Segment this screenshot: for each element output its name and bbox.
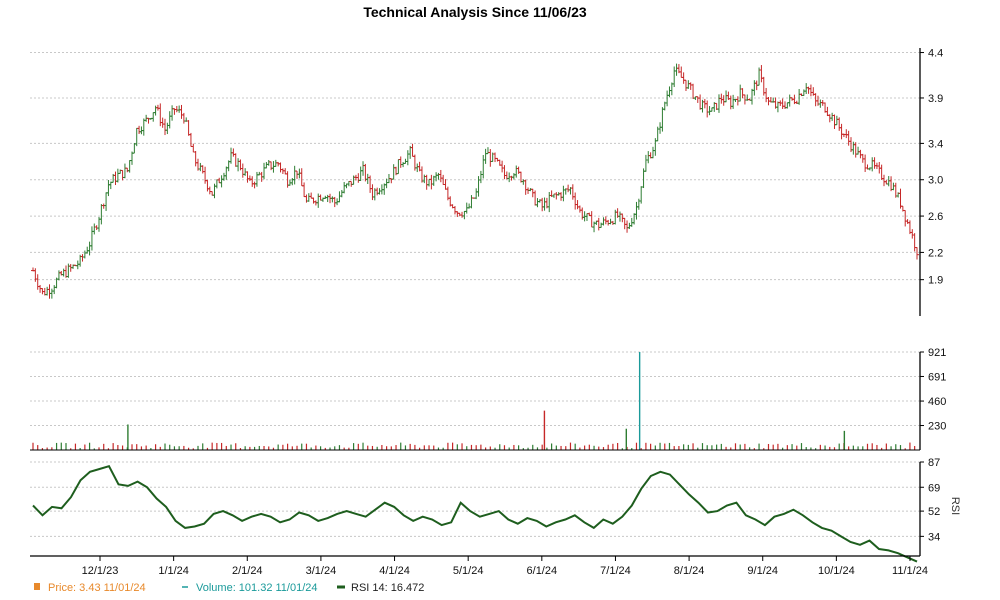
volume-tick-label: 921 (928, 347, 946, 359)
x-axis-ticks: 12/1/23 1/1/24 2/1/24 3/1/24 4/1/24 5/1/24 6/1… (82, 556, 928, 577)
x-tick-label: 11/1/24 (892, 565, 928, 577)
rsi-line (32, 465, 918, 563)
x-tick-label: 10/1/24 (818, 565, 855, 577)
technical-analysis-chart: Technical Analysis Since 11/06/23 1.9 2.2… (30, 4, 961, 594)
rsi-tick-label: 87 (928, 457, 940, 469)
legend-label: Price: 3.43 11/01/24 (48, 582, 146, 594)
x-tick-label: 2/1/24 (232, 565, 263, 577)
legend-price-swatch (34, 583, 40, 590)
rsi-axis-label: RSI (949, 497, 961, 515)
volume-tick-label: 230 (928, 421, 946, 433)
rsi-tick-label: 34 (928, 531, 940, 543)
x-tick-label: 5/1/24 (453, 565, 484, 577)
rsi-tick-label: 69 (928, 482, 940, 494)
price-tick-label: 3.0 (928, 175, 943, 187)
rsi-axis-ticks: 34 52 69 87 (920, 457, 940, 543)
rsi-gridlines (30, 461, 920, 537)
price-axis-ticks: 1.9 2.2 2.6 3.0 3.4 3.9 4.4 (920, 48, 943, 287)
x-tick-label: 9/1/24 (747, 565, 778, 577)
price-gridlines (30, 52, 920, 281)
legend-label: Volume: 101.32 11/01/24 (196, 582, 318, 594)
x-tick-label: 1/1/24 (158, 565, 189, 577)
price-tick-label: 2.2 (928, 247, 943, 259)
x-tick-label: 3/1/24 (306, 565, 337, 577)
price-tick-label: 4.4 (928, 48, 943, 60)
volume-axis-ticks: 230 460 691 921 (920, 347, 946, 433)
price-tick-label: 3.4 (928, 138, 943, 150)
legend: Price: 3.43 11/01/24 Volume: 101.32 11/01… (34, 582, 424, 594)
x-tick-label: 4/1/24 (379, 565, 410, 577)
x-tick-label: 12/1/23 (82, 565, 119, 577)
volume-tick-label: 691 (928, 371, 946, 383)
x-tick-label: 8/1/24 (674, 565, 705, 577)
rsi-tick-label: 52 (928, 506, 940, 518)
price-bars (31, 63, 919, 299)
x-tick-label: 6/1/24 (527, 565, 558, 577)
x-tick-label: 7/1/24 (600, 565, 631, 577)
chart-title: Technical Analysis Since 11/06/23 (363, 4, 587, 20)
volume-gridlines (30, 351, 920, 427)
price-tick-label: 2.6 (928, 211, 943, 223)
price-tick-label: 1.9 (928, 275, 943, 287)
volume-tick-label: 460 (928, 396, 946, 408)
price-tick-label: 3.9 (928, 93, 943, 105)
legend-label: RSI 14: 16.472 (351, 582, 424, 594)
